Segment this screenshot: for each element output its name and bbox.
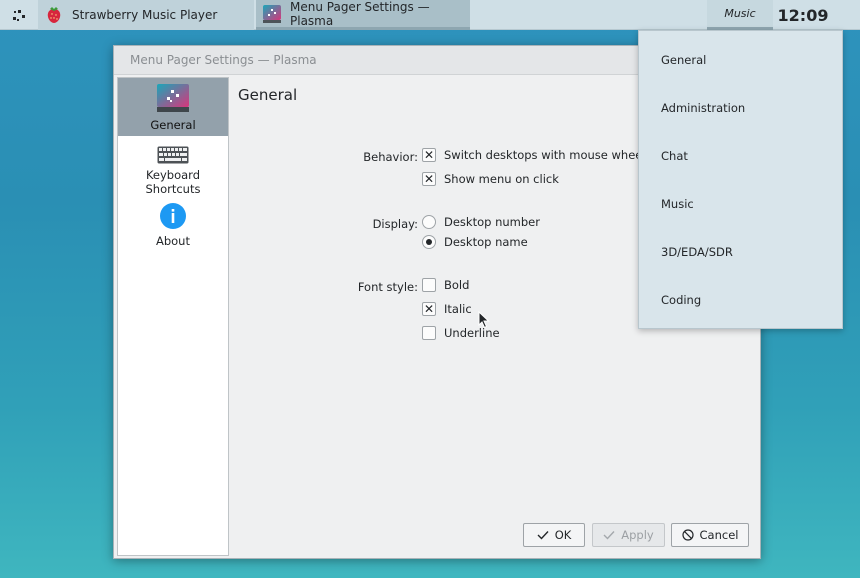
keyboard-icon [157,146,189,164]
apply-button[interactable]: Apply [592,523,665,547]
task-label: Strawberry Music Player [72,8,218,22]
option-label: Show menu on click [444,172,559,186]
checkmark-icon [537,531,549,540]
page-title: General [238,86,298,104]
font-style-label: Font style: [357,280,418,294]
button-label: Apply [621,528,654,542]
option-label: Desktop number [444,215,540,229]
taskbar: Strawberry Music Player Menu Pager Setti… [0,0,860,30]
menu-pager-icon [157,84,189,112]
strawberry-icon [47,7,61,23]
sidebar-item-about[interactable]: About [118,200,228,260]
button-label: Cancel [699,528,739,542]
checkbox-box[interactable]: ✕ [422,148,436,162]
sidebar-item-keyboard-shortcuts[interactable]: Keyboard Shortcuts [118,136,228,200]
checkbox-box[interactable] [422,326,436,340]
option-label: Bold [444,278,470,292]
option-label: Desktop name [444,235,528,249]
window-title: Menu Pager Settings — Plasma [130,53,317,67]
tray-music-button[interactable]: Music [707,0,773,30]
menu-item-administration[interactable]: Administration [661,101,745,115]
task-label: Menu Pager Settings — Plasma [290,0,430,28]
checkbox-box[interactable]: ✕ [422,172,436,186]
switch-desktops-mouse-wheel-checkbox[interactable]: ✕ Switch desktops with mouse wheel [422,148,646,162]
application-launcher[interactable] [0,0,38,30]
menu-item-coding[interactable]: Coding [661,293,701,307]
task-menu-pager-settings[interactable]: Menu Pager Settings — Plasma [256,0,470,30]
cancel-button[interactable]: Cancel [671,523,749,547]
behavior-label: Behavior: [363,150,418,164]
menu-item-3d-eda-sdr[interactable]: 3D/EDA/SDR [661,245,733,259]
info-icon [160,203,186,229]
task-strawberry-music-player[interactable]: Strawberry Music Player [38,0,254,30]
settings-sidebar: General Keyboard Shortcuts About [117,77,229,556]
digital-clock[interactable]: 12:09 [778,0,829,30]
radio-dot [426,239,432,245]
menu-pager-icon [263,4,281,23]
checkbox-box[interactable] [422,278,436,292]
option-label: Switch desktops with mouse wheel [444,148,646,162]
menu-item-music[interactable]: Music [661,197,694,211]
sidebar-item-label: General [150,118,196,132]
bold-checkbox[interactable]: Bold [422,278,469,292]
radio-button[interactable] [422,235,436,249]
button-label: OK [554,528,572,542]
display-label: Display: [372,217,418,231]
ok-button[interactable]: OK [523,523,585,547]
sidebar-item-general[interactable]: General [118,78,228,136]
menu-item-general[interactable]: General [661,53,706,67]
sidebar-item-label: Keyboard Shortcuts [146,168,201,196]
desktop-number-radio[interactable]: Desktop number [422,215,540,229]
checkbox-box[interactable]: ✕ [422,302,436,316]
sidebar-label-line2: Shortcuts [145,182,201,196]
sidebar-item-label: About [155,234,190,248]
option-label: Italic [444,302,472,316]
italic-checkbox[interactable]: ✕ Italic [422,302,472,316]
cancel-icon [681,529,694,541]
option-label: Underline [444,326,500,340]
show-menu-on-click-checkbox[interactable]: ✕ Show menu on click [422,172,559,186]
sidebar-label-line1: Keyboard [145,168,201,182]
mouse-cursor-icon [478,311,490,329]
radio-button[interactable] [422,215,436,229]
menu-item-chat[interactable]: Chat [661,149,688,163]
desktop-menu-popup: General Administration Chat Music 3D/EDA… [638,30,843,329]
checkmark-icon [603,531,615,540]
pager-launcher-icon [13,10,25,21]
desktop-name-radio[interactable]: Desktop name [422,235,528,249]
